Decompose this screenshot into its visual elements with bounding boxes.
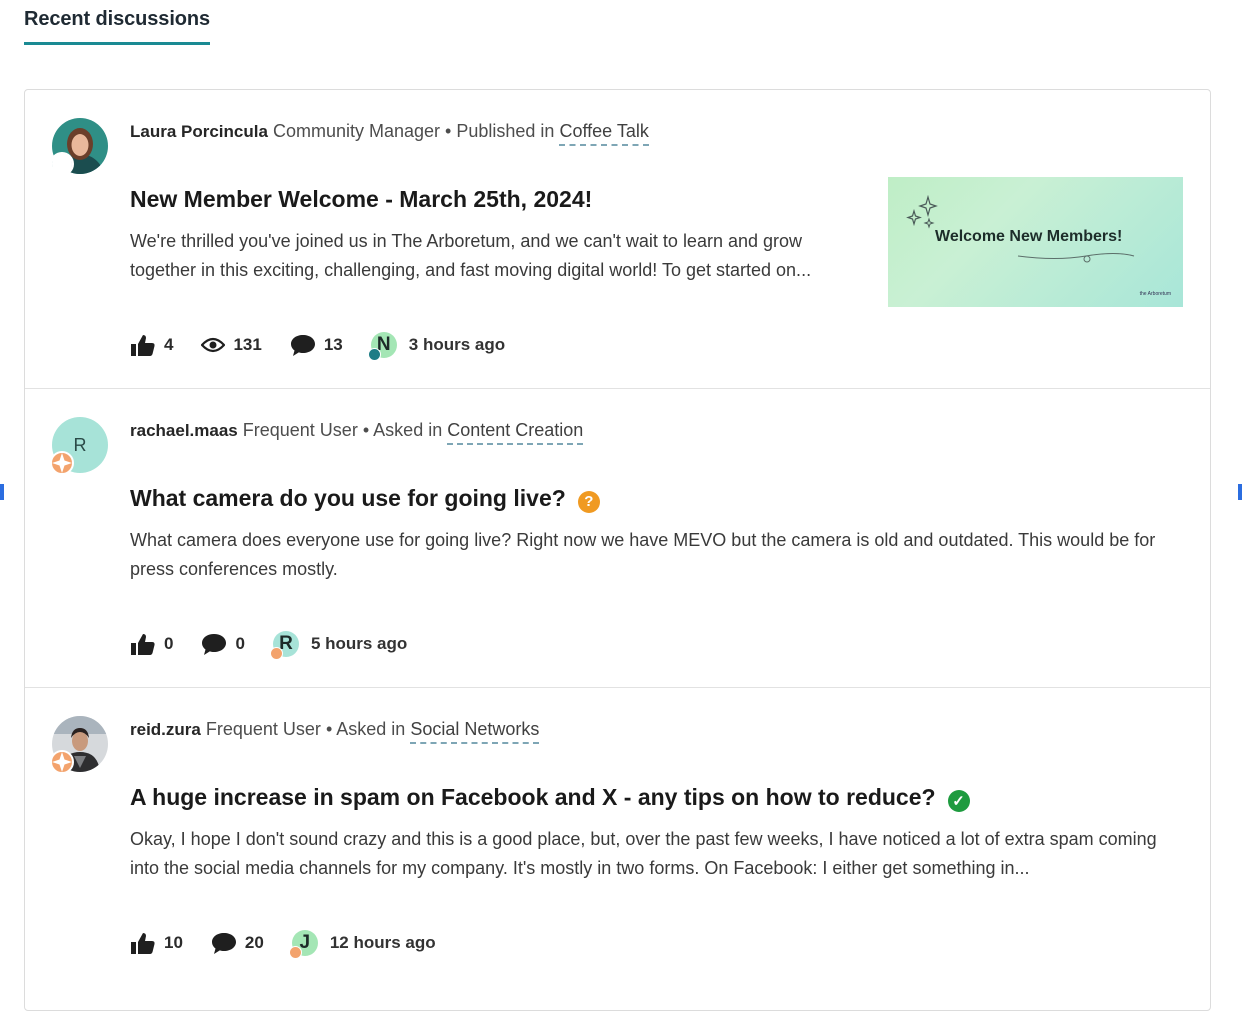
reply-count: 0	[235, 634, 245, 653]
comment-icon	[202, 634, 227, 655]
avatar[interactable]	[50, 118, 108, 176]
avatar[interactable]: R	[50, 417, 108, 475]
post-title[interactable]: What camera do you use for going live? ?	[130, 485, 600, 513]
frequent-user-rank-icon	[50, 451, 74, 475]
rank-icon	[269, 647, 283, 660]
question-icon: ?	[577, 490, 600, 513]
rank-icon	[367, 348, 381, 361]
post-title[interactable]: A huge increase in spam on Facebook and …	[130, 784, 970, 812]
last-reply-avatar[interactable]: J	[288, 930, 318, 959]
thumbnail-heading: Welcome New Members!	[935, 228, 1123, 245]
view-count: 131	[233, 335, 262, 354]
last-activity[interactable]: R 5 hours ago	[269, 631, 408, 660]
post-time: 5 hours ago	[310, 634, 408, 653]
thumbnail-footer: the Arboretum	[1139, 291, 1171, 297]
scroll-handle-right[interactable]	[1238, 484, 1242, 500]
comment-icon	[290, 335, 315, 356]
thumbs-up-icon	[131, 634, 155, 655]
last-reply-avatar[interactable]: N	[367, 332, 397, 361]
reply-button[interactable]: 0	[201, 632, 245, 656]
last-activity[interactable]: N 3 hours ago	[367, 332, 506, 361]
reply-count: 13	[323, 335, 343, 354]
like-count: 4	[164, 335, 174, 354]
category-link[interactable]: Social Networks	[410, 719, 540, 744]
post-title-text[interactable]: New Member Welcome - March 25th, 2024!	[130, 186, 592, 213]
answered-check-icon: ✓	[947, 789, 970, 812]
discussion-item[interactable]: Laura Porcincula Community Manager • Pub…	[25, 90, 1210, 388]
discussion-item[interactable]: reid.zura Frequent User • Asked in Socia…	[25, 687, 1210, 1008]
like-button[interactable]: 10	[130, 931, 183, 955]
view-stat: 131	[201, 335, 262, 355]
last-activity[interactable]: J 12 hours ago	[288, 930, 436, 959]
post-stats: 4 131 13 N 3 hours ago	[130, 332, 506, 361]
like-count: 0	[164, 634, 174, 653]
discussion-list: Laura Porcincula Community Manager • Pub…	[24, 89, 1211, 1011]
author-name[interactable]: rachael.maas	[130, 421, 238, 440]
post-time: 3 hours ago	[408, 335, 506, 354]
post-excerpt: What camera does everyone use for going …	[130, 530, 1156, 579]
category-link[interactable]: Content Creation	[447, 420, 584, 445]
post-title-text[interactable]: What camera do you use for going live?	[130, 485, 566, 512]
post-meta: reid.zura Frequent User • Asked in Socia…	[130, 719, 540, 744]
post-stats: 0 0 R 5 hours ago	[130, 631, 408, 660]
author-role: Community Manager	[272, 121, 441, 141]
post-excerpt: Okay, I hope I don't sound crazy and thi…	[130, 829, 1157, 878]
category-link[interactable]: Coffee Talk	[559, 121, 649, 146]
author-role: Frequent User	[205, 719, 321, 739]
frequent-user-rank-icon	[50, 750, 74, 774]
reply-button[interactable]: 13	[290, 333, 343, 357]
post-action: Asked in	[336, 719, 406, 739]
author-name[interactable]: reid.zura	[130, 720, 201, 739]
comment-icon	[211, 933, 236, 954]
meta-separator: •	[325, 719, 333, 739]
thumbnail-divider	[1017, 253, 1135, 263]
post-title-text[interactable]: A huge increase in spam on Facebook and …	[130, 784, 936, 811]
thumbs-up-icon	[131, 335, 155, 356]
meta-separator: •	[445, 121, 452, 141]
tab-bar: Recent discussions	[24, 0, 210, 45]
post-time: 12 hours ago	[329, 933, 436, 952]
rank-icon	[288, 946, 302, 959]
scroll-handle-left[interactable]	[0, 484, 4, 500]
tab-recent-discussions[interactable]: Recent discussions	[24, 0, 210, 45]
reply-button[interactable]: 20	[211, 931, 264, 955]
post-meta: Laura Porcincula Community Manager • Pub…	[130, 121, 649, 146]
post-meta: rachael.maas Frequent User • Asked in Co…	[130, 420, 584, 445]
avatar[interactable]	[50, 716, 108, 774]
author-role: Frequent User	[242, 420, 358, 440]
post-action: Published in	[456, 121, 555, 141]
like-button[interactable]: 0	[130, 632, 173, 656]
discussion-item[interactable]: R rachael.maas Frequent User • Asked in …	[25, 388, 1210, 688]
like-button[interactable]: 4	[130, 333, 173, 357]
avatar-initial: R	[73, 434, 87, 455]
post-thumbnail[interactable]: Welcome New Members! the Arboretum	[888, 177, 1183, 307]
meta-separator: •	[362, 420, 370, 440]
reply-count: 20	[244, 933, 264, 952]
author-name[interactable]: Laura Porcincula	[130, 122, 268, 141]
last-reply-avatar[interactable]: R	[269, 631, 299, 660]
post-excerpt: We're thrilled you've joined us in The A…	[130, 231, 812, 280]
post-title[interactable]: New Member Welcome - March 25th, 2024!	[130, 186, 592, 213]
post-stats: 10 20 J 12 hours ago	[130, 930, 436, 959]
like-count: 10	[164, 933, 183, 952]
post-action: Asked in	[373, 420, 443, 440]
thumbs-up-icon	[131, 933, 155, 954]
community-manager-rank-icon	[50, 152, 74, 176]
eye-icon	[201, 337, 226, 353]
